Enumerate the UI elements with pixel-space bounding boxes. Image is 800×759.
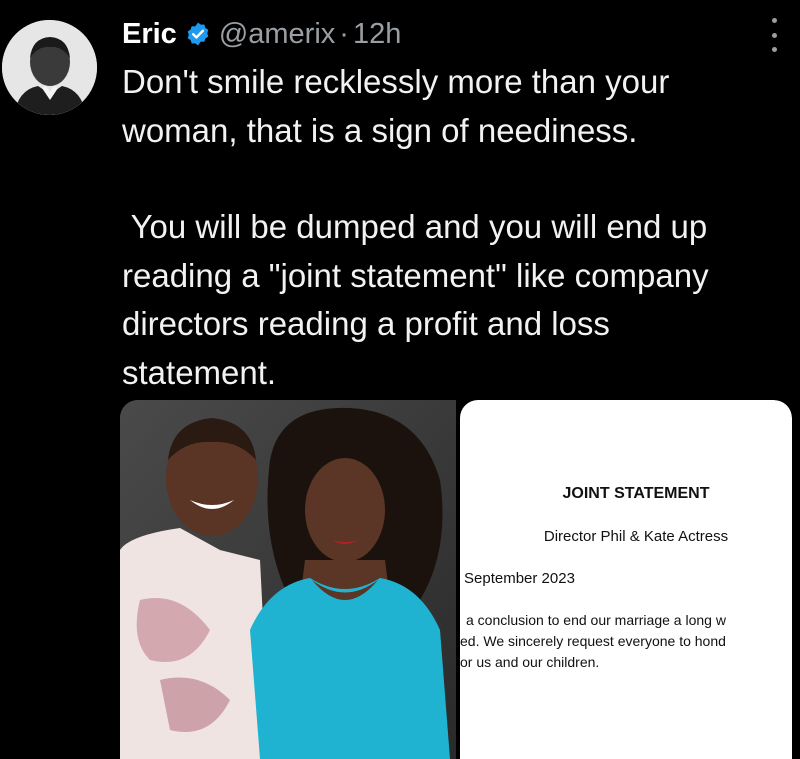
verified-badge-icon [185,21,211,47]
tweet-text-line: reading a "joint statement" like company [122,256,709,294]
statement-body-line: or us and our children. [460,654,600,670]
couple-photo-image [120,400,456,759]
tweet-text-line: Don't smile recklessly more than your [122,63,670,100]
author-avatar[interactable] [2,20,97,115]
more-options-icon[interactable] [770,18,778,52]
couple-photo[interactable] [120,400,456,759]
tweet-header: Eric @amerix · 12h [122,12,401,56]
statement-title: JOINT STATEMENT [562,485,710,502]
joint-statement-image[interactable]: JOINT STATEMENT Director Phil & Kate Act… [460,400,792,759]
tweet-media[interactable]: JOINT STATEMENT Director Phil & Kate Act… [120,400,792,759]
tweet-text-line: You will be dumped and you will end up [122,208,708,245]
statement-body-line: ed. We sincerely request everyone to hon… [460,633,726,649]
author-name[interactable]: Eric [122,18,177,51]
author-handle[interactable]: @amerix [219,18,335,51]
separator-dot: · [339,17,349,50]
statement-parties: Director Phil & Kate Actress [543,528,729,545]
tweet-timestamp[interactable]: 12h [353,18,401,51]
statement-date: September 2023 [464,570,575,587]
tweet-text: Don't smile recklessly more than your wo… [122,58,782,397]
statement-body-line: a conclusion to end our marriage a long … [466,612,726,628]
tweet-text-line: woman, that is a sign of neediness. [122,111,638,149]
tweet-text-line: directors reading a profit and loss [122,305,610,342]
tweet-text-line: statement. [122,353,277,391]
statement-body: a conclusion to end our marriage a long … [460,610,726,673]
avatar-portrait-image [2,20,97,115]
